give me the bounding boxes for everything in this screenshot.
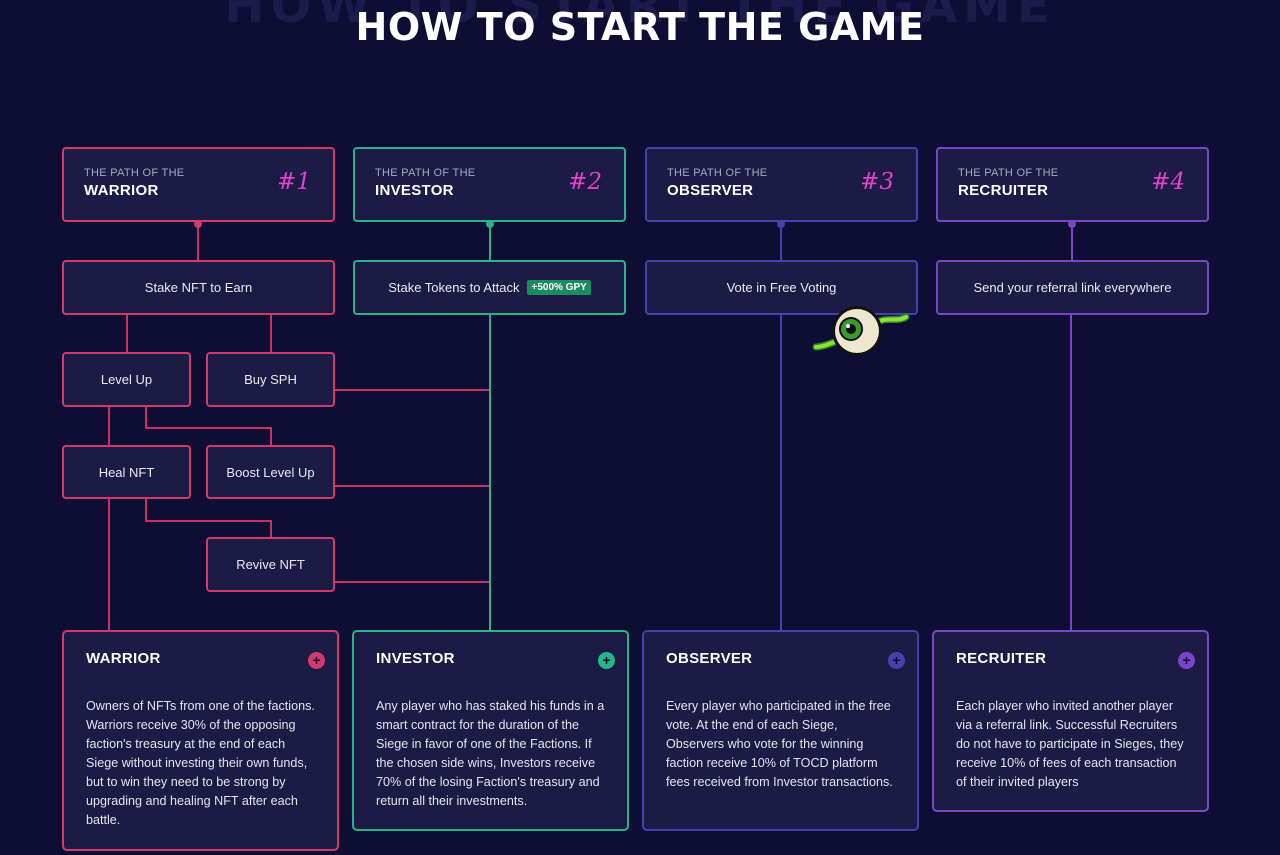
step-label: Vote in Free Voting	[726, 280, 837, 295]
path-header-investor: THE PATH OF THE INVESTOR #2	[353, 147, 626, 222]
step-stake-tokens: Stake Tokens to Attack +500% GPY	[353, 260, 626, 315]
step-level-up: Level Up	[62, 352, 191, 407]
path-number: #2	[568, 169, 602, 195]
path-number: #3	[860, 169, 894, 195]
card-title: OBSERVER	[666, 650, 753, 667]
plus-icon[interactable]: +	[308, 652, 325, 669]
card-title: WARRIOR	[86, 650, 161, 667]
step-send-referral: Send your referral link everywhere	[936, 260, 1209, 315]
card-description: Each player who invited another player v…	[956, 699, 1184, 789]
card-title: RECRUITER	[956, 650, 1047, 667]
step-revive-nft: Revive NFT	[206, 537, 335, 592]
plus-icon[interactable]: +	[1178, 652, 1195, 669]
step-heal-nft: Heal NFT	[62, 445, 191, 499]
card-recruiter: RECRUITER + Each player who invited anot…	[932, 630, 1209, 812]
card-investor: INVESTOR + Any player who has staked his…	[352, 630, 629, 831]
step-label: Stake NFT to Earn	[144, 280, 253, 295]
gpy-badge: +500% GPY	[527, 280, 591, 295]
step-label: Heal NFT	[98, 464, 155, 480]
step-label: Revive NFT	[236, 557, 305, 572]
step-label: Boost Level Up	[226, 464, 315, 480]
step-stake-nft: Stake NFT to Earn	[62, 260, 335, 315]
plus-icon[interactable]: +	[598, 652, 615, 669]
path-header-observer: THE PATH OF THE OBSERVER #3	[645, 147, 918, 222]
eyeball-mascot-icon	[812, 306, 910, 356]
card-warrior: WARRIOR + Owners of NFTs from one of the…	[62, 630, 339, 851]
step-label: Send your referral link everywhere	[973, 280, 1172, 295]
step-label: Level Up	[100, 372, 153, 387]
path-number: #1	[277, 169, 311, 195]
path-header-recruiter: THE PATH OF THE RECRUITER #4	[936, 147, 1209, 222]
card-description: Owners of NFTs from one of the factions.…	[86, 699, 315, 827]
path-number: #4	[1151, 169, 1185, 195]
step-boost-level-up: Boost Level Up	[206, 445, 335, 499]
path-header-warrior: THE PATH OF THE WARRIOR #1	[62, 147, 335, 222]
card-observer: OBSERVER + Every player who participated…	[642, 630, 919, 831]
step-label: Buy SPH	[244, 372, 297, 387]
step-buy-sph: Buy SPH	[206, 352, 335, 407]
card-description: Every player who participated in the fre…	[666, 699, 893, 789]
step-label: Stake Tokens to Attack	[388, 280, 520, 295]
card-description: Any player who has staked his funds in a…	[376, 699, 605, 808]
card-title: INVESTOR	[376, 650, 455, 667]
plus-icon[interactable]: +	[888, 652, 905, 669]
